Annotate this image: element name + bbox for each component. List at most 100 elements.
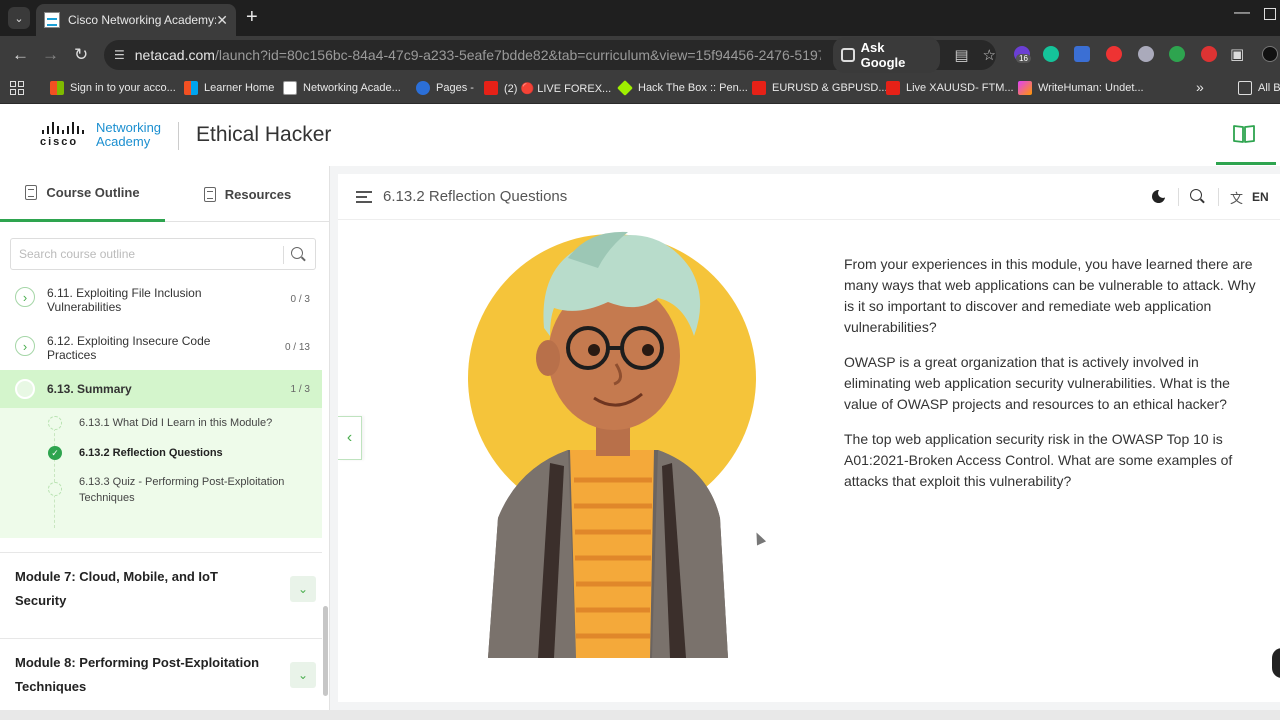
dark-mode-moon-icon[interactable]	[1152, 188, 1168, 203]
microsoft-icon	[184, 81, 198, 95]
folder-icon	[1238, 81, 1252, 95]
outline-search-input[interactable]	[11, 239, 273, 269]
language-selector[interactable]: EN	[1252, 190, 1269, 204]
tab-search-chevron-icon[interactable]: ⌄	[8, 7, 30, 29]
close-tab-icon[interactable]: ✕	[216, 12, 228, 29]
subitem-label: 6.13.2 Reflection Questions	[79, 447, 223, 459]
module-title: Module 7: Cloud, Mobile, and IoT Securit…	[15, 569, 218, 608]
apps-grid-icon[interactable]	[10, 81, 24, 95]
extension-icon[interactable]	[1169, 46, 1185, 62]
extension-icon[interactable]	[1074, 46, 1090, 62]
toolbar-divider	[1218, 188, 1219, 206]
course-outline-list: › 6.11. Exploiting File Inclusion Vulner…	[0, 282, 322, 710]
cisco-logo[interactable]: cisco	[40, 122, 84, 148]
address-bar[interactable]: ☰ netacad.com/launch?id=80c156bc-84a4-47…	[104, 37, 996, 73]
subitem-label: 6.13.1 What Did I Learn in this Module?	[79, 417, 273, 429]
question-paragraph: The top web application security risk in…	[844, 431, 1233, 489]
extensions-puzzle-icon[interactable]: ▣	[1230, 45, 1244, 63]
translate-icon[interactable]: 文	[1230, 188, 1243, 207]
install-app-icon[interactable]: ▤	[954, 46, 968, 64]
youtube-icon	[886, 81, 900, 95]
extension-icon[interactable]	[1201, 46, 1217, 62]
bookmark-item[interactable]: Pages -	[416, 81, 474, 95]
search-divider	[283, 246, 284, 264]
subitem-6-13-1[interactable]: 6.13.1 What Did I Learn in this Module?	[0, 408, 322, 438]
outline-item-progress: 0 / 3	[290, 294, 310, 305]
grammarly-icon[interactable]	[1043, 46, 1059, 62]
youtube-icon	[752, 81, 766, 95]
module-8[interactable]: Module 8: Performing Post-Exploitation T…	[0, 638, 322, 710]
bookmark-star-icon[interactable]: ☆	[983, 46, 996, 64]
taskbar-strip	[0, 710, 1280, 720]
outline-item-progress: 1 / 3	[290, 384, 310, 395]
new-tab-plus-icon[interactable]: +	[246, 6, 258, 29]
bookmark-item[interactable]: Live XAUUSD- FTM...	[886, 81, 1014, 95]
progress-ring-icon	[15, 379, 35, 399]
cisco-wordmark: cisco	[40, 136, 79, 148]
outline-item-6-11[interactable]: › 6.11. Exploiting File Inclusion Vulner…	[0, 282, 322, 318]
chevron-down-icon[interactable]: ⌄	[290, 662, 316, 688]
tab-resources[interactable]: Resources	[165, 166, 330, 222]
outline-item-label: 6.12. Exploiting Insecure Code Practices	[47, 334, 211, 362]
site-header: cisco Networking Academy Ethical Hacker	[0, 104, 1280, 166]
browser-toolbar: ← → ↻ ☰ netacad.com/launch?id=80c156bc-8…	[0, 36, 1280, 74]
site-info-icon[interactable]: ☰	[114, 48, 125, 62]
checkmark-icon: ✓	[48, 446, 62, 460]
outline-item-label: 6.11. Exploiting File Inclusion Vulnerab…	[47, 286, 202, 314]
bookmark-item[interactable]: Learner Home	[184, 81, 274, 95]
student-illustration	[468, 231, 756, 658]
outline-item-6-13[interactable]: 6.13. Summary 1 / 3	[0, 370, 322, 408]
url-text[interactable]: netacad.com/launch?id=80c156bc-84a4-47c9…	[135, 47, 821, 63]
youtube-icon	[484, 81, 498, 95]
chevron-down-icon[interactable]: ⌄	[290, 576, 316, 602]
course-title: Ethical Hacker	[196, 123, 332, 146]
cisco-bars-icon	[42, 122, 84, 134]
bookmark-item[interactable]: Sign in to your acco...	[50, 81, 176, 95]
outline-document-icon	[25, 185, 38, 200]
netacad-page: cisco Networking Academy Ethical Hacker …	[0, 104, 1280, 710]
content-toolbar: 6.13.2 Reflection Questions 文 EN	[338, 174, 1280, 220]
hackthebox-icon	[617, 80, 633, 96]
subitem-6-13-2[interactable]: ✓ 6.13.2 Reflection Questions	[0, 438, 322, 468]
bookmark-item[interactable]: Hack The Box :: Pen...	[617, 80, 748, 96]
subitem-label: 6.13.3 Quiz - Performing Post-Exploitati…	[79, 476, 285, 504]
resources-document-icon	[203, 186, 216, 202]
bookmark-item[interactable]: (2) 🔴 LIVE FOREX...	[484, 81, 611, 95]
netacad-favicon-icon	[44, 12, 60, 28]
question-paragraph: OWASP is a great organization that is ac…	[844, 354, 1230, 412]
floating-help-button[interactable]	[1272, 648, 1280, 678]
toolbar-divider	[1178, 188, 1179, 206]
module-title: Module 8: Performing Post-Exploitation T…	[15, 655, 260, 694]
minimize-window-icon[interactable]: —	[1234, 4, 1250, 22]
writehuman-icon	[1018, 81, 1032, 95]
sidebar-scrollbar[interactable]	[323, 606, 328, 696]
open-book-icon[interactable]	[1232, 124, 1256, 144]
maximize-window-icon[interactable]	[1264, 8, 1276, 20]
bookmark-item[interactable]: EURUSD & GBPUSD...	[752, 81, 888, 95]
ask-google-button[interactable]: Ask Google	[832, 37, 941, 73]
outline-item-6-12[interactable]: › 6.12. Exploiting Insecure Code Practic…	[0, 328, 322, 364]
back-arrow-icon[interactable]: ←	[12, 45, 29, 65]
browser-tabstrip: ⌄ Cisco Networking Academy: Eth ✕ + —	[0, 0, 1280, 36]
subitem-6-13-3[interactable]: 6.13.3 Quiz - Performing Post-Exploitati…	[0, 470, 322, 510]
shield-extension-icon[interactable]	[1138, 46, 1154, 62]
all-bookmarks-folder[interactable]: All B	[1238, 81, 1280, 95]
pages-icon	[416, 81, 430, 95]
module-7[interactable]: Module 7: Cloud, Mobile, and IoT Securit…	[0, 552, 322, 626]
browser-tab-active[interactable]: Cisco Networking Academy: Eth ✕	[36, 4, 236, 36]
search-icon[interactable]	[1190, 189, 1202, 201]
collapse-sidebar-chevron-left-icon[interactable]: ‹	[338, 416, 362, 460]
active-indicator	[1216, 162, 1276, 165]
search-icon[interactable]	[291, 247, 303, 259]
bookmark-item[interactable]: WriteHuman: Undet...	[1018, 81, 1144, 95]
tab-course-outline[interactable]: Course Outline	[0, 166, 165, 222]
header-divider	[178, 122, 179, 150]
reload-icon[interactable]: ↻	[74, 45, 88, 65]
profile-avatar[interactable]	[1262, 46, 1278, 62]
chevron-right-icon: ›	[15, 336, 35, 356]
extension-icon[interactable]	[1106, 46, 1122, 62]
bookmarks-overflow-chevron-icon[interactable]: »	[1196, 79, 1204, 95]
forward-arrow-icon[interactable]: →	[42, 45, 59, 65]
collapse-menu-icon[interactable]	[356, 191, 372, 203]
bookmark-item[interactable]: Networking Acade...	[283, 81, 401, 95]
